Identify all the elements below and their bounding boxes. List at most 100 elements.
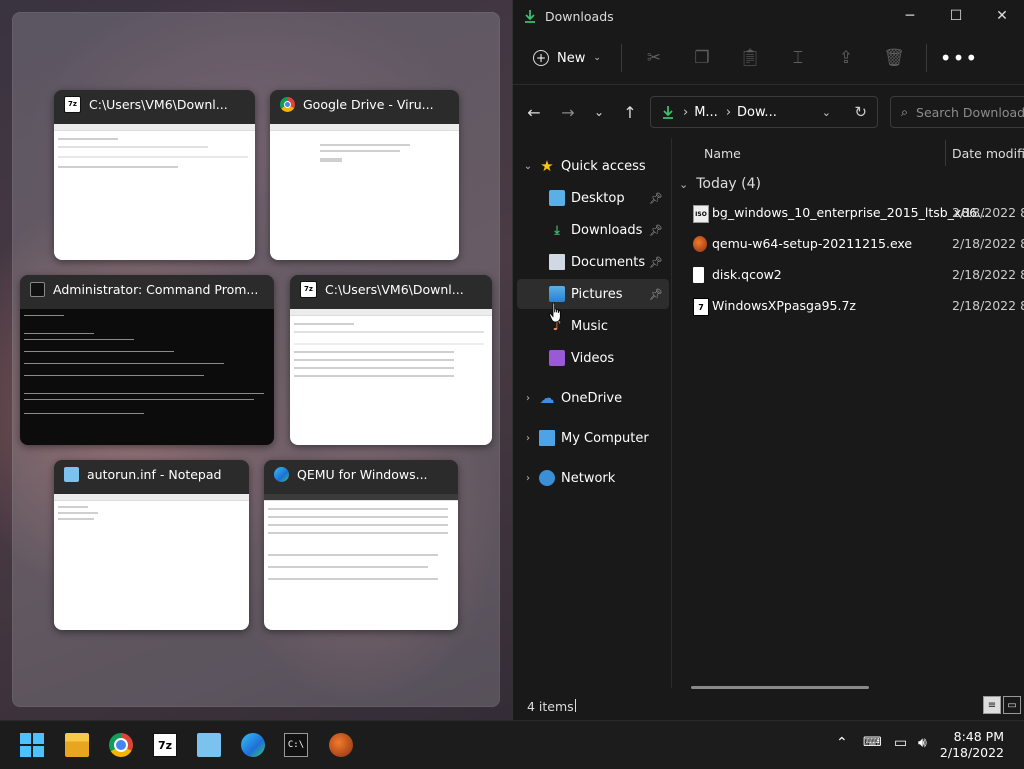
task-card-edge[interactable]: QEMU for Windows... xyxy=(264,460,458,630)
sidebar-item-pictures[interactable]: Pictures 📌︎ xyxy=(517,279,669,309)
computer-icon xyxy=(539,430,555,446)
cloud-icon: ☁ xyxy=(539,389,555,407)
taskbar: 7z C:\ ⌃ ⌨ ▭ 🔊︎ 8:48 PM 2/18/2022 xyxy=(0,720,1024,769)
table-row[interactable]: 7 WindowsXPpasga95.7z 2/18/2022 8:48 xyxy=(673,291,1024,321)
breadcrumb-segment[interactable]: M... xyxy=(694,105,718,120)
clock-date: 2/18/2022 xyxy=(939,745,1004,760)
column-header-name[interactable]: Name xyxy=(704,146,741,161)
task-card-title: C:\Users\VM6\Downl... xyxy=(325,281,464,297)
videos-icon xyxy=(549,350,565,366)
search-box[interactable]: ⌕ Search Downloads xyxy=(890,96,1024,128)
pin-icon[interactable]: 📌︎ xyxy=(649,224,663,237)
chevron-down-icon[interactable]: ⌄ xyxy=(517,161,539,172)
sidebar-item-network[interactable]: › Network xyxy=(517,463,669,493)
table-row[interactable]: qemu-w64-setup-20211215.exe 2/18/2022 8:… xyxy=(673,229,1024,259)
table-row[interactable]: disk.qcow2 2/18/2022 8:40 xyxy=(673,260,1024,290)
new-label: New xyxy=(557,50,586,66)
table-row[interactable]: ISO bg_windows_10_enterprise_2015_ltsb_x… xyxy=(673,198,1024,228)
file-date: 2/18/2022 8:48 xyxy=(952,298,1024,313)
address-bar[interactable]: › M... › Dow... ⌄ ↻ xyxy=(650,96,878,128)
back-button[interactable]: ← xyxy=(517,103,551,122)
search-icon: ⌕ xyxy=(901,104,909,119)
task-card-7zip-1[interactable]: 7z C:\Users\VM6\Downl... xyxy=(54,90,255,260)
sidebar-item-my-computer[interactable]: › My Computer xyxy=(517,423,669,453)
refresh-icon[interactable]: ↻ xyxy=(854,103,867,121)
breadcrumb-segment[interactable]: Dow... xyxy=(737,105,777,120)
network-icon xyxy=(539,470,555,486)
task-card-cmd[interactable]: Administrator: Command Prom... xyxy=(20,275,274,445)
status-bar: 4 items ≡ ▭ xyxy=(513,692,1024,720)
task-card-notepad[interactable]: autorun.inf - Notepad xyxy=(54,460,249,630)
task-card-chrome[interactable]: Google Drive - Viru... xyxy=(270,90,459,260)
task-card-title: autorun.inf - Notepad xyxy=(87,466,222,482)
paste-icon[interactable]: 📋︎ xyxy=(726,48,774,68)
horizontal-scrollbar[interactable] xyxy=(691,686,869,689)
file-explorer-taskbar-icon[interactable] xyxy=(65,733,89,757)
pin-icon[interactable]: 📌︎ xyxy=(649,192,663,205)
minimize-button[interactable]: ─ xyxy=(887,0,933,32)
forward-button[interactable]: → xyxy=(551,103,585,122)
7zip-file-icon: 7 xyxy=(693,298,709,316)
task-card-7zip-2[interactable]: 7z C:\Users\VM6\Downl... xyxy=(290,275,492,445)
window-thumbnail xyxy=(264,494,458,630)
edge-taskbar-icon[interactable] xyxy=(241,733,265,757)
title-bar[interactable]: Downloads ─ ☐ ✕ xyxy=(513,0,1024,32)
item-count: 4 items xyxy=(527,699,574,714)
sidebar-item-music[interactable]: ♪ Music xyxy=(517,311,669,341)
volume-icon[interactable]: 🔊︎ xyxy=(918,735,927,751)
copy-icon[interactable]: ❐ xyxy=(678,48,726,68)
column-headers: Name Date modified xyxy=(673,138,1024,168)
chevron-up-icon[interactable]: ⌃ xyxy=(836,735,848,751)
share-icon[interactable]: ⇪ xyxy=(822,48,870,68)
up-button[interactable]: ↑ xyxy=(613,103,647,122)
tiles-view-button[interactable]: ▭ xyxy=(1003,696,1021,714)
documents-icon xyxy=(549,254,565,270)
edge-icon xyxy=(274,466,289,482)
display-icon[interactable]: ▭ xyxy=(894,735,907,751)
cmd-taskbar-icon[interactable]: C:\ xyxy=(284,733,308,757)
chevron-right-icon[interactable]: › xyxy=(517,433,539,444)
delete-icon[interactable]: 🗑︎ xyxy=(870,48,918,68)
chevron-right-icon[interactable]: › xyxy=(517,473,539,484)
chevron-down-icon: ⌄ xyxy=(679,177,689,191)
file-name: disk.qcow2 xyxy=(712,267,782,282)
chevron-right-icon[interactable]: › xyxy=(517,393,539,404)
system-clock[interactable]: 8:48 PM 2/18/2022 xyxy=(940,729,1004,761)
7zip-icon: 7z xyxy=(300,280,317,298)
keyboard-icon[interactable]: ⌨ xyxy=(863,735,882,750)
group-header-today[interactable]: ⌄ Today (4) xyxy=(679,176,761,192)
column-header-date[interactable]: Date modified xyxy=(952,146,1024,161)
breadcrumb-chevron-icon: › xyxy=(683,104,689,120)
qemu-taskbar-icon[interactable] xyxy=(329,733,353,757)
recent-locations-button[interactable]: ⌄ xyxy=(585,105,613,119)
maximize-button[interactable]: ☐ xyxy=(933,0,979,32)
task-card-title: QEMU for Windows... xyxy=(297,466,428,482)
pin-icon[interactable]: 📌︎ xyxy=(649,288,663,301)
cut-icon[interactable]: ✂ xyxy=(630,48,678,68)
desktop-icon xyxy=(549,190,565,206)
details-view-button[interactable]: ≡ xyxy=(983,696,1001,714)
7zip-taskbar-icon[interactable]: 7z xyxy=(153,733,177,757)
rename-icon[interactable]: ⌶ xyxy=(774,48,822,68)
chrome-taskbar-icon[interactable] xyxy=(109,733,133,757)
notepad-icon xyxy=(64,466,79,482)
address-dropdown-icon[interactable]: ⌄ xyxy=(822,106,831,119)
pin-icon[interactable]: 📌︎ xyxy=(649,256,663,269)
sidebar-item-onedrive[interactable]: › ☁ OneDrive xyxy=(517,383,669,413)
start-button[interactable] xyxy=(20,733,44,757)
sidebar-item-quick-access[interactable]: ⌄ ★ Quick access xyxy=(517,151,669,181)
hand-cursor-icon xyxy=(549,302,561,323)
close-button[interactable]: ✕ xyxy=(979,0,1024,32)
notepad-taskbar-icon[interactable] xyxy=(197,733,221,757)
more-options-icon[interactable]: ••• xyxy=(935,46,983,70)
window-thumbnail xyxy=(270,124,459,260)
pictures-icon xyxy=(549,286,565,302)
task-card-title: C:\Users\VM6\Downl... xyxy=(89,96,228,112)
navigation-bar: ← → ⌄ ↑ › M... › Dow... ⌄ ↻ ⌕ Search Dow… xyxy=(513,85,1024,139)
new-button[interactable]: + New ⌄ xyxy=(533,50,613,66)
sidebar-item-downloads[interactable]: ⤓ Downloads 📌︎ xyxy=(517,215,669,245)
sidebar-item-documents[interactable]: Documents 📌︎ xyxy=(517,247,669,277)
window-thumbnail xyxy=(290,309,492,445)
sidebar-item-desktop[interactable]: Desktop 📌︎ xyxy=(517,183,669,213)
sidebar-item-videos[interactable]: Videos xyxy=(517,343,669,373)
